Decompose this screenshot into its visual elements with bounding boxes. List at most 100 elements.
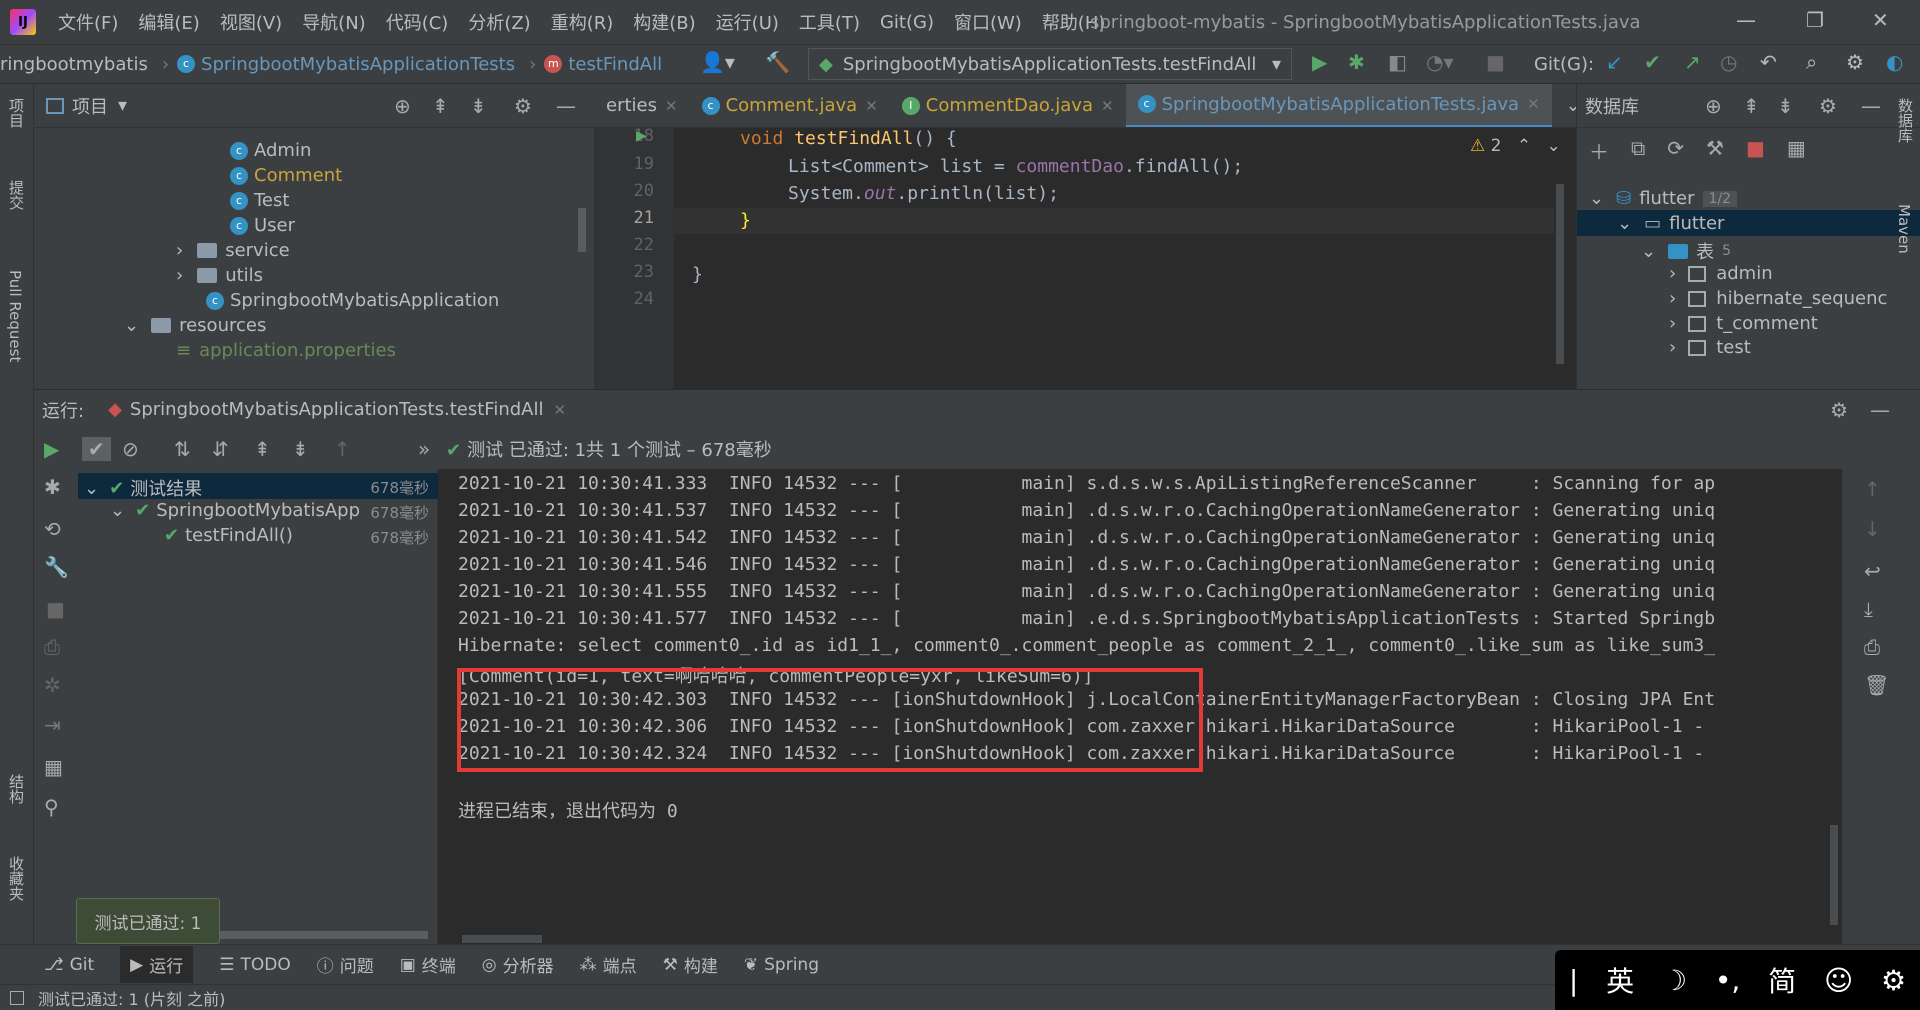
settings-icon[interactable]: ⚙ xyxy=(1881,964,1906,997)
close-icon[interactable]: ✕ xyxy=(1101,97,1114,115)
tool-commit[interactable]: 提交 xyxy=(6,180,27,210)
git-commit-icon[interactable]: ✔ xyxy=(1644,50,1661,74)
chevron-down-icon[interactable]: ⌄ xyxy=(1566,95,1576,116)
db-tables-folder[interactable]: ⌄ 表 5 xyxy=(1641,238,1731,264)
pin-icon[interactable]: ⚲ xyxy=(44,795,59,819)
menu-tools[interactable]: 工具(T) xyxy=(789,9,870,35)
arrow-up-icon[interactable]: ↑ xyxy=(1864,477,1881,501)
tree-item-app[interactable]: c SpringbootMybatisApplication xyxy=(206,290,499,311)
tab-properties[interactable]: erties ✕ xyxy=(594,84,690,127)
chevron-down-icon[interactable]: ⌄ xyxy=(1547,136,1561,156)
inspection-widget[interactable]: ⚠ 2 ⌃ ⌄ xyxy=(1470,136,1561,156)
db-schema[interactable]: ⌄ ▭ flutter xyxy=(1617,213,1724,234)
menu-refactor[interactable]: 重构(R) xyxy=(541,9,624,35)
restore-icon[interactable]: ❐ xyxy=(1806,8,1824,32)
rollback-icon[interactable]: ↶ xyxy=(1760,50,1777,74)
editor-scrollbar[interactable] xyxy=(1556,184,1564,364)
soft-wrap-icon[interactable]: ↩ xyxy=(1864,559,1881,583)
run-test-gutter-icon[interactable]: ▶ xyxy=(636,128,647,144)
expand-all-icon[interactable]: ⇞ xyxy=(432,94,449,118)
menu-code[interactable]: 代码(C) xyxy=(376,9,459,35)
menu-run[interactable]: 运行(U) xyxy=(706,9,789,35)
menu-file[interactable]: 文件(F) xyxy=(48,9,128,35)
run-icon[interactable]: ▶ xyxy=(1312,50,1327,74)
db-table-hibernate[interactable]: › hibernate_sequenc xyxy=(1669,288,1887,309)
camera-icon[interactable]: ⎙ xyxy=(44,635,60,659)
hide-icon[interactable]: — xyxy=(1870,398,1890,422)
breadcrumb-project[interactable]: ringbootmybatis xyxy=(0,54,148,75)
tab-profiler[interactable]: ◎ 分析器 xyxy=(482,952,554,978)
schema-icon[interactable]: ⚒ xyxy=(1706,136,1724,165)
tool-favorites[interactable]: 收藏夹 xyxy=(6,856,27,901)
close-icon[interactable]: ✕ xyxy=(1872,8,1889,32)
user-icon[interactable]: 👤▾ xyxy=(700,50,735,74)
tool-structure[interactable]: 结构 xyxy=(6,774,27,804)
tool-project[interactable]: 项目 xyxy=(6,98,27,128)
coverage-icon[interactable]: ◧ xyxy=(1388,50,1407,74)
minimize-icon[interactable]: — xyxy=(1736,8,1756,32)
tab-run[interactable]: ▶ 运行 xyxy=(120,946,194,983)
tab-commentdao[interactable]: I CommentDao.java ✕ xyxy=(890,84,1126,127)
history-icon[interactable]: ◷ xyxy=(1720,50,1737,74)
tab-problems[interactable]: ⓘ 问题 xyxy=(317,952,374,977)
tree-item-user[interactable]: c User xyxy=(230,215,295,236)
import-icon[interactable]: ⇥ xyxy=(44,713,61,737)
stop-icon[interactable]: ■ xyxy=(1486,50,1505,74)
trash-icon[interactable]: 🗑 xyxy=(1864,673,1889,697)
menu-edit[interactable]: 编辑(E) xyxy=(128,9,209,35)
scrollbar[interactable] xyxy=(578,208,586,252)
settings-icon[interactable]: ⚙ xyxy=(514,94,532,118)
table-view-icon[interactable]: ▦ xyxy=(1787,136,1806,165)
test-node-method[interactable]: ✔ testFindAll() xyxy=(164,525,293,546)
run-tab-label[interactable]: SpringbootMybatisApplicationTests.testFi… xyxy=(130,399,544,420)
punctuation-icon[interactable]: •, xyxy=(1715,964,1740,997)
collapse-all-icon[interactable]: ⇟ xyxy=(292,437,309,461)
tree-item-properties[interactable]: ≡ application.properties xyxy=(176,340,396,361)
menu-git[interactable]: Git(G) xyxy=(870,12,944,33)
hide-icon[interactable]: — xyxy=(556,94,576,118)
console-hscrollbar[interactable] xyxy=(462,935,542,943)
show-ignored-icon[interactable]: ⊘ xyxy=(122,437,139,461)
sort-duration-icon[interactable]: ⇵ xyxy=(212,437,229,461)
run-config-select[interactable]: ◆ SpringbootMybatisApplicationTests.test… xyxy=(808,48,1292,80)
wrench-icon[interactable]: 🔧 xyxy=(44,555,69,579)
refresh-icon[interactable]: ⟳ xyxy=(1667,136,1684,165)
close-icon[interactable]: ✕ xyxy=(865,97,878,115)
tab-spring[interactable]: ❦ Spring xyxy=(744,955,819,975)
console-scrollbar[interactable] xyxy=(1830,825,1838,925)
git-push-icon[interactable]: ↗ xyxy=(1684,50,1701,74)
breadcrumb-method[interactable]: testFindAll xyxy=(568,54,662,75)
collapse-all-icon[interactable]: ⇟ xyxy=(1777,94,1794,118)
tree-item-utils[interactable]: › utils xyxy=(176,265,263,286)
tab-comment[interactable]: c Comment.java ✕ xyxy=(690,84,890,127)
tab-endpoints[interactable]: ⁂ 端点 xyxy=(580,952,637,978)
show-passed-icon[interactable]: ✔ xyxy=(82,437,111,461)
scroll-to-end-icon[interactable]: ⤓ xyxy=(1864,597,1873,621)
tree-item-admin[interactable]: c Admin xyxy=(230,140,311,161)
breadcrumb-class[interactable]: SpringbootMybatisApplicationTests xyxy=(201,54,515,75)
tree-item-comment[interactable]: c Comment xyxy=(230,165,342,186)
menu-analyze[interactable]: 分析(Z) xyxy=(458,9,540,35)
close-icon[interactable]: ✕ xyxy=(1527,95,1540,113)
locate-icon[interactable]: ⊕ xyxy=(394,94,411,118)
debug-icon[interactable]: ✱ xyxy=(1348,50,1365,74)
chevron-up-icon[interactable]: ⌃ xyxy=(1517,136,1531,156)
expand-all-icon[interactable]: ⇞ xyxy=(1743,94,1760,118)
tab-tests[interactable]: c SpringbootMybatisApplicationTests.java ✕ xyxy=(1125,84,1552,127)
locate-icon[interactable]: ⊕ xyxy=(1705,94,1722,118)
menu-navigate[interactable]: 导航(N) xyxy=(292,9,376,35)
previous-icon[interactable]: ↑ xyxy=(334,437,351,461)
tool-maven[interactable]: Maven xyxy=(1895,204,1913,254)
plugin-icon[interactable]: ◐ xyxy=(1886,50,1903,74)
menu-window[interactable]: 窗口(W) xyxy=(944,9,1032,35)
toggle-panel-icon[interactable] xyxy=(10,990,24,1005)
toggle-auto-test-icon[interactable]: ⟲ xyxy=(44,517,61,541)
settings-icon[interactable]: ⚙ xyxy=(1830,398,1848,422)
project-panel-title[interactable]: 项目 xyxy=(72,93,108,119)
add-icon[interactable]: ＋ xyxy=(1589,136,1609,165)
settings-icon[interactable]: ⚙ xyxy=(1819,94,1837,118)
hide-icon[interactable]: — xyxy=(1861,94,1881,118)
close-icon[interactable]: ✕ xyxy=(553,401,566,419)
tool-database[interactable]: 数据库 xyxy=(1895,98,1916,143)
db-table-test[interactable]: › test xyxy=(1669,337,1751,358)
